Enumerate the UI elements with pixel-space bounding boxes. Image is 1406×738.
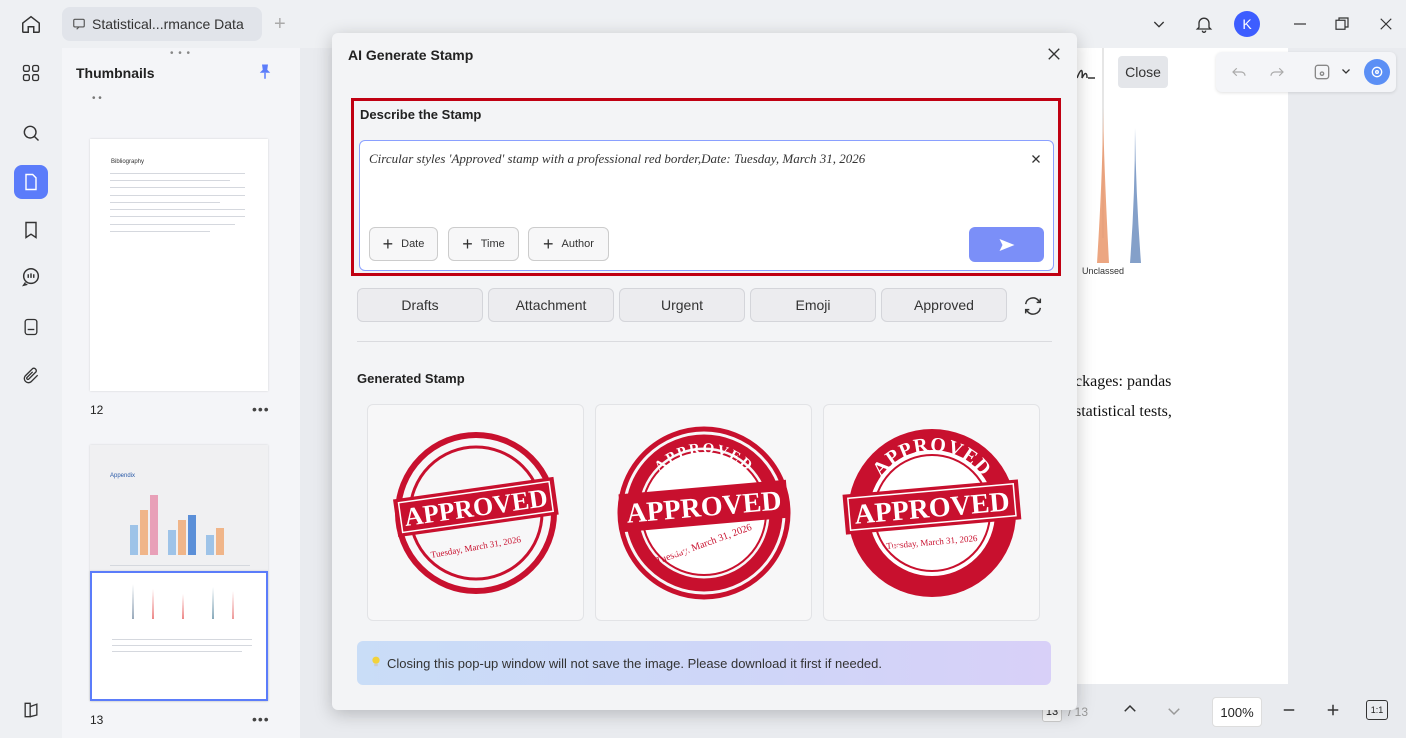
send-button[interactable] <box>969 227 1044 262</box>
redo-icon[interactable] <box>1268 63 1286 86</box>
quick-option-urgent[interactable]: Urgent <box>619 288 745 322</box>
left-rail <box>0 48 62 738</box>
quick-option-attachment[interactable]: Attachment <box>488 288 614 322</box>
thumb-heading: Appendix <box>110 473 136 479</box>
zoom-level[interactable]: 100% <box>1212 697 1262 727</box>
generated-stamp-3[interactable]: APPROVED APPROVED Tuesday, March 31, 202… <box>823 404 1040 621</box>
doc-text-line-2: statistical tests, <box>1075 403 1172 420</box>
page-more-icon[interactable]: ••• <box>252 711 270 727</box>
signature-icon[interactable] <box>1074 60 1098 89</box>
insert-date-button[interactable]: + Date <box>369 227 438 261</box>
zoom-out-icon[interactable] <box>1280 701 1298 724</box>
minimize-icon[interactable] <box>1286 10 1314 38</box>
tab-title: Statistical...rmance Data <box>92 16 244 32</box>
drag-handle-icon[interactable]: • • • <box>170 48 191 59</box>
describe-label: Describe the Stamp <box>360 107 482 122</box>
svg-text:Tuesday, March 31, 2026: Tuesday, March 31, 2026 <box>429 534 521 560</box>
plus-icon: + <box>462 233 473 254</box>
right-toolbar <box>1216 52 1396 92</box>
add-tab-button[interactable]: + <box>274 13 286 36</box>
plus-icon: + <box>382 233 394 254</box>
quick-option-approved[interactable]: Approved <box>881 288 1007 322</box>
plus-icon: + <box>543 233 554 254</box>
grid-icon[interactable] <box>14 56 48 90</box>
attachment-icon[interactable] <box>14 359 48 393</box>
zoom-in-icon[interactable] <box>1324 701 1342 724</box>
stamp-prompt-input[interactable]: Circular styles 'Approved' stamp with a … <box>359 140 1054 271</box>
notification-bell-icon[interactable] <box>1190 10 1218 38</box>
user-avatar[interactable]: K <box>1233 10 1261 38</box>
thumbnails-panel: • • • Thumbnails • • Bibliography 12 •••… <box>62 48 300 738</box>
pin-icon[interactable] <box>256 62 274 87</box>
dialog-title: AI Generate Stamp <box>348 47 474 63</box>
page-number-13: 13 <box>90 713 104 727</box>
form-icon[interactable] <box>14 310 48 344</box>
thumbnails-page-icon[interactable] <box>14 165 48 199</box>
layers-icon[interactable] <box>14 693 48 727</box>
page-thumbnail-13-selected[interactable] <box>90 571 268 701</box>
describe-section: Describe the Stamp Circular styles 'Appr… <box>351 98 1061 276</box>
comments-icon[interactable] <box>14 260 48 294</box>
refresh-icon[interactable] <box>1022 295 1044 322</box>
chart-category-label: Unclassed <box>1082 266 1125 276</box>
ai-assistant-icon[interactable] <box>1364 59 1390 85</box>
page-dots: • • <box>92 93 102 104</box>
close-window-icon[interactable] <box>1372 10 1400 38</box>
document-tab[interactable]: Statistical...rmance Data <box>62 7 262 41</box>
page-more-icon[interactable]: ••• <box>252 401 270 417</box>
thumb-bar-chart <box>130 495 224 555</box>
comment-icon <box>73 18 85 30</box>
lightbulb-icon <box>371 656 381 671</box>
previous-page-icon[interactable] <box>1121 700 1139 723</box>
restore-icon[interactable] <box>1328 10 1356 38</box>
actual-size-icon[interactable]: 1:1 <box>1366 700 1388 720</box>
send-icon <box>999 238 1014 251</box>
doc-text-line-1: ckages: pandas <box>1075 373 1172 390</box>
page-number-12: 12 <box>90 403 104 417</box>
clear-input-icon[interactable] <box>1030 152 1042 170</box>
chevron-down-icon[interactable] <box>1146 10 1172 38</box>
generated-stamp-2[interactable]: APPROVED APPROVED Tuesday, March 31, 202… <box>595 404 812 621</box>
search-icon[interactable] <box>14 116 48 150</box>
stamp-image-1: APPROVED Tuesday, March 31, 2026 <box>392 431 559 594</box>
page-thumbnail-12[interactable]: Bibliography <box>90 139 268 391</box>
next-page-icon[interactable] <box>1165 702 1183 725</box>
avatar-initial: K <box>1234 11 1260 37</box>
close-edit-button[interactable]: Close <box>1118 56 1168 88</box>
undo-icon[interactable] <box>1230 63 1248 86</box>
ai-generate-stamp-dialog: AI Generate Stamp Describe the Stamp Cir… <box>332 33 1077 710</box>
document-page: Unclassed ckages: pandas statistical tes… <box>1075 48 1288 684</box>
home-icon[interactable] <box>14 10 48 38</box>
quick-option-drafts[interactable]: Drafts <box>357 288 483 322</box>
close-icon[interactable] <box>1045 45 1065 65</box>
insert-author-button[interactable]: + Author <box>528 227 609 261</box>
generated-stamp-1[interactable]: APPROVED Tuesday, March 31, 2026 <box>367 404 584 621</box>
thumb-violin-chart <box>132 584 234 619</box>
divider <box>357 341 1052 342</box>
prompt-text: Circular styles 'Approved' stamp with a … <box>369 151 866 166</box>
generated-stamp-label: Generated Stamp <box>357 371 465 386</box>
notice-text: Closing this pop-up window will not save… <box>387 655 882 671</box>
chevron-down-icon[interactable] <box>1340 64 1352 82</box>
thumb-heading: Bibliography <box>111 159 145 165</box>
save-icon[interactable] <box>1312 62 1332 87</box>
stamp-image-3: APPROVED APPROVED Tuesday, March 31, 202… <box>842 428 1021 597</box>
insert-time-button[interactable]: + Time <box>448 227 519 261</box>
quick-option-emoji[interactable]: Emoji <box>750 288 876 322</box>
thumbnails-title: Thumbnails <box>76 65 155 81</box>
stamp-image-2: APPROVED APPROVED Tuesday, March 31, 202… <box>617 426 790 599</box>
bookmark-icon[interactable] <box>14 213 48 247</box>
save-warning-notice: Closing this pop-up window will not save… <box>357 641 1051 685</box>
